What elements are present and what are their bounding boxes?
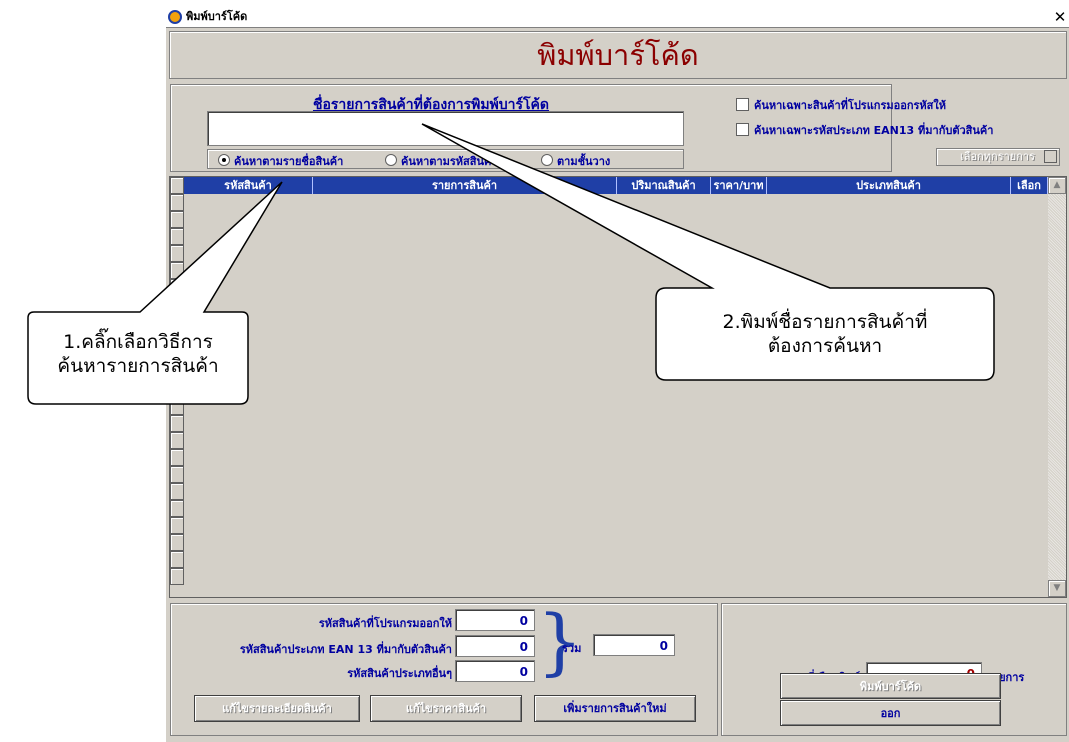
callout-1-line-1: 1.คลิ๊กเลือกวิธีการ <box>63 331 213 353</box>
callout-2-line-2: ต้องการค้นหา <box>767 335 883 357</box>
callout-2-line-1: 2.พิมพ์ชื่อรายการสินค้าที่ <box>722 311 928 333</box>
callout-step-1: 1.คลิ๊กเลือกวิธีการ ค้นหารายการสินค้า <box>28 330 248 378</box>
callout-step-2: 2.พิมพ์ชื่อรายการสินค้าที่ ต้องการค้นหา <box>656 310 994 358</box>
callout-1-line-2: ค้นหารายการสินค้า <box>57 355 219 377</box>
